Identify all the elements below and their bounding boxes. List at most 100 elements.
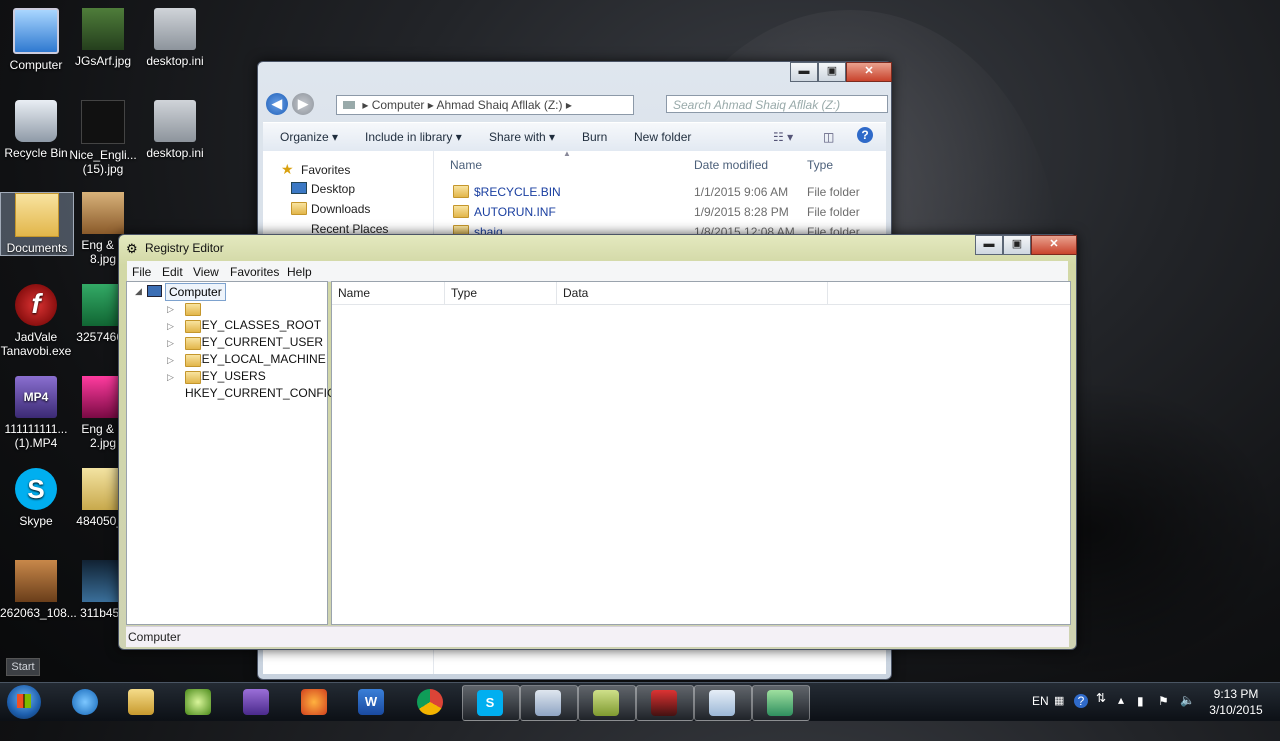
- mp4-video-icon: MP4: [15, 376, 57, 418]
- taskbar-app-button[interactable]: [694, 685, 752, 721]
- breadcrumb-sep-icon[interactable]: ▸: [362, 98, 371, 112]
- keyboard-layout-icon[interactable]: ▦: [1054, 694, 1064, 732]
- skype-icon: S: [477, 690, 503, 716]
- taskbar-app-button[interactable]: [752, 685, 810, 721]
- maximize-button[interactable]: ▣: [818, 62, 846, 82]
- column-type[interactable]: Type: [807, 158, 833, 172]
- taskbar-app-button[interactable]: [229, 685, 285, 719]
- menu-view[interactable]: View: [193, 265, 219, 279]
- column-name[interactable]: Name: [332, 282, 445, 304]
- tree-root-computer[interactable]: Computer: [165, 283, 226, 301]
- desktop-icon-item[interactable]: Nice_Engli... (15).jpg: [67, 100, 139, 176]
- burn-button[interactable]: Burn: [582, 130, 607, 144]
- start-button[interactable]: [7, 685, 41, 719]
- taskbar-app-button[interactable]: [287, 685, 343, 719]
- search-input[interactable]: Search Ahmad Shaiq Afllak (Z:): [666, 95, 888, 113]
- tray-arrow-icon[interactable]: ▴: [1118, 693, 1124, 731]
- organize-button[interactable]: Organize ▾: [280, 130, 338, 144]
- recycle-bin-icon: [15, 100, 57, 142]
- breadcrumb-drive[interactable]: Ahmad Shaiq Afllak (Z:): [436, 98, 562, 112]
- preview-pane-icon[interactable]: ◫: [823, 130, 834, 144]
- tree-key-item[interactable]: ▷ HKEY_CURRENT_CONFIG: [167, 369, 336, 400]
- explorer-toolbar: Organize ▾ Include in library ▾ Share wi…: [263, 122, 886, 152]
- taskbar-app-button[interactable]: [578, 685, 636, 721]
- maximize-button[interactable]: ▣: [1003, 235, 1031, 255]
- breadcrumb-computer[interactable]: Computer: [372, 98, 425, 112]
- breadcrumb-sep-icon[interactable]: ▸: [566, 98, 572, 112]
- share-with-button[interactable]: Share with ▾: [489, 130, 555, 144]
- expand-arrow-icon[interactable]: ▷: [167, 301, 174, 317]
- menu-help[interactable]: Help: [287, 265, 312, 279]
- desktop-icon-item[interactable]: Recycle Bin: [0, 100, 72, 160]
- tree-key-item[interactable]: ▷ HKEY_CURRENT_USER: [167, 318, 323, 349]
- ini-file-icon: [154, 100, 196, 142]
- desktop-icon-item[interactable]: desktop.ini: [139, 8, 211, 68]
- desktop-icon-item[interactable]: desktop.ini: [139, 100, 211, 160]
- language-indicator[interactable]: EN: [1032, 694, 1049, 732]
- column-type[interactable]: Type: [445, 282, 557, 304]
- desktop-icon-item[interactable]: S Skype: [0, 468, 72, 528]
- registry-editor-window[interactable]: ⚙ Registry Editor ▬ ▣ ✕ File Edit View F…: [118, 234, 1077, 650]
- file-row[interactable]: AUTORUN.INF 1/9/2015 8:28 PM File folder: [453, 203, 883, 223]
- column-name[interactable]: Name: [450, 158, 482, 172]
- close-button[interactable]: ✕: [1031, 235, 1077, 255]
- taskbar-app-button[interactable]: [171, 685, 227, 719]
- file-row[interactable]: $RECYCLE.BIN 1/1/2015 9:06 AM File folder: [453, 183, 883, 203]
- window-title: Registry Editor: [145, 241, 224, 255]
- desktop-icon-item[interactable]: f JadVale Tanavobi.exe: [0, 284, 72, 358]
- new-folder-button[interactable]: New folder: [634, 130, 691, 144]
- desktop-icon-item[interactable]: Computer: [0, 8, 72, 72]
- menu-favorites[interactable]: Favorites: [230, 265, 279, 279]
- menu-edit[interactable]: Edit: [162, 265, 183, 279]
- values-list[interactable]: Name Type Data: [331, 281, 1071, 625]
- tree-key-item[interactable]: ▷ HKEY_CLASSES_ROOT: [167, 301, 321, 332]
- expand-arrow-icon[interactable]: ▷: [167, 352, 174, 368]
- expand-arrow-icon[interactable]: ▷: [167, 335, 174, 351]
- taskbar-app-button[interactable]: [403, 685, 459, 719]
- view-options-icon[interactable]: ☷ ▾: [773, 130, 793, 144]
- clock-date[interactable]: 3/10/2015: [1206, 703, 1266, 741]
- close-button[interactable]: ✕: [846, 62, 892, 82]
- expand-arrow-icon[interactable]: ▷: [167, 318, 174, 334]
- help-icon[interactable]: ?: [857, 127, 873, 143]
- windows-logo-icon: [17, 694, 31, 708]
- visual-studio-icon: [243, 689, 269, 715]
- back-arrow-icon[interactable]: ◀: [266, 93, 288, 115]
- forward-arrow-icon[interactable]: ▶: [292, 93, 314, 115]
- help-tray-icon[interactable]: ?: [1074, 694, 1088, 708]
- desktop-icon-item[interactable]: 262063_108...: [0, 560, 77, 620]
- column-data[interactable]: Data: [557, 282, 828, 304]
- tree-key-item[interactable]: ▷ HKEY_LOCAL_MACHINE: [167, 335, 326, 366]
- desktop-icon-item[interactable]: MP4 111111111... (1).MP4: [0, 376, 72, 450]
- collapse-arrow-icon[interactable]: ◢: [135, 286, 142, 297]
- network-icon[interactable]: ⇅: [1096, 691, 1106, 729]
- expand-arrow-icon[interactable]: ▷: [167, 369, 174, 385]
- taskbar-app-button[interactable]: S: [462, 685, 520, 721]
- registry-editor-icon: [767, 690, 793, 716]
- tree-key-item[interactable]: ▷ HKEY_USERS: [167, 352, 266, 383]
- taskbar-app-button[interactable]: [114, 685, 170, 719]
- desktop-icon-label: desktop.ini: [146, 54, 204, 68]
- action-center-icon[interactable]: ⚑: [1158, 694, 1169, 732]
- nav-downloads[interactable]: Downloads: [311, 202, 370, 216]
- minimize-button[interactable]: ▬: [790, 62, 818, 82]
- address-bar[interactable]: ▸ Computer ▸ Ahmad Shaiq Afllak (Z:) ▸: [336, 95, 634, 115]
- taskbar-app-button[interactable]: [520, 685, 578, 721]
- battery-icon[interactable]: ▮: [1137, 694, 1144, 732]
- volume-icon[interactable]: 🔈: [1180, 693, 1195, 731]
- column-date-modified[interactable]: Date modified: [694, 158, 768, 172]
- nav-favorites[interactable]: Favorites: [301, 163, 350, 177]
- desktop-icon-item[interactable]: Documents: [0, 192, 74, 256]
- taskbar-app-button[interactable]: W: [344, 685, 400, 719]
- taskbar-app-button[interactable]: [58, 685, 114, 719]
- file-date: 1/9/2015 8:28 PM: [694, 205, 789, 219]
- nav-desktop[interactable]: Desktop: [311, 182, 355, 196]
- include-in-library-button[interactable]: Include in library ▾: [365, 130, 462, 144]
- registry-tree[interactable]: ◢ Computer ▷ HKEY_CLASSES_ROOT ▷ HKEY_CURRE…: [126, 281, 336, 625]
- menu-file[interactable]: File: [132, 265, 151, 279]
- desktop-icon-item[interactable]: JGsArf.jpg: [67, 8, 139, 68]
- taskbar-app-button[interactable]: [636, 685, 694, 721]
- desktop-icon-label: 262063_108...: [0, 606, 77, 620]
- desktop-icon-label: Computer: [9, 58, 63, 72]
- minimize-button[interactable]: ▬: [975, 235, 1003, 255]
